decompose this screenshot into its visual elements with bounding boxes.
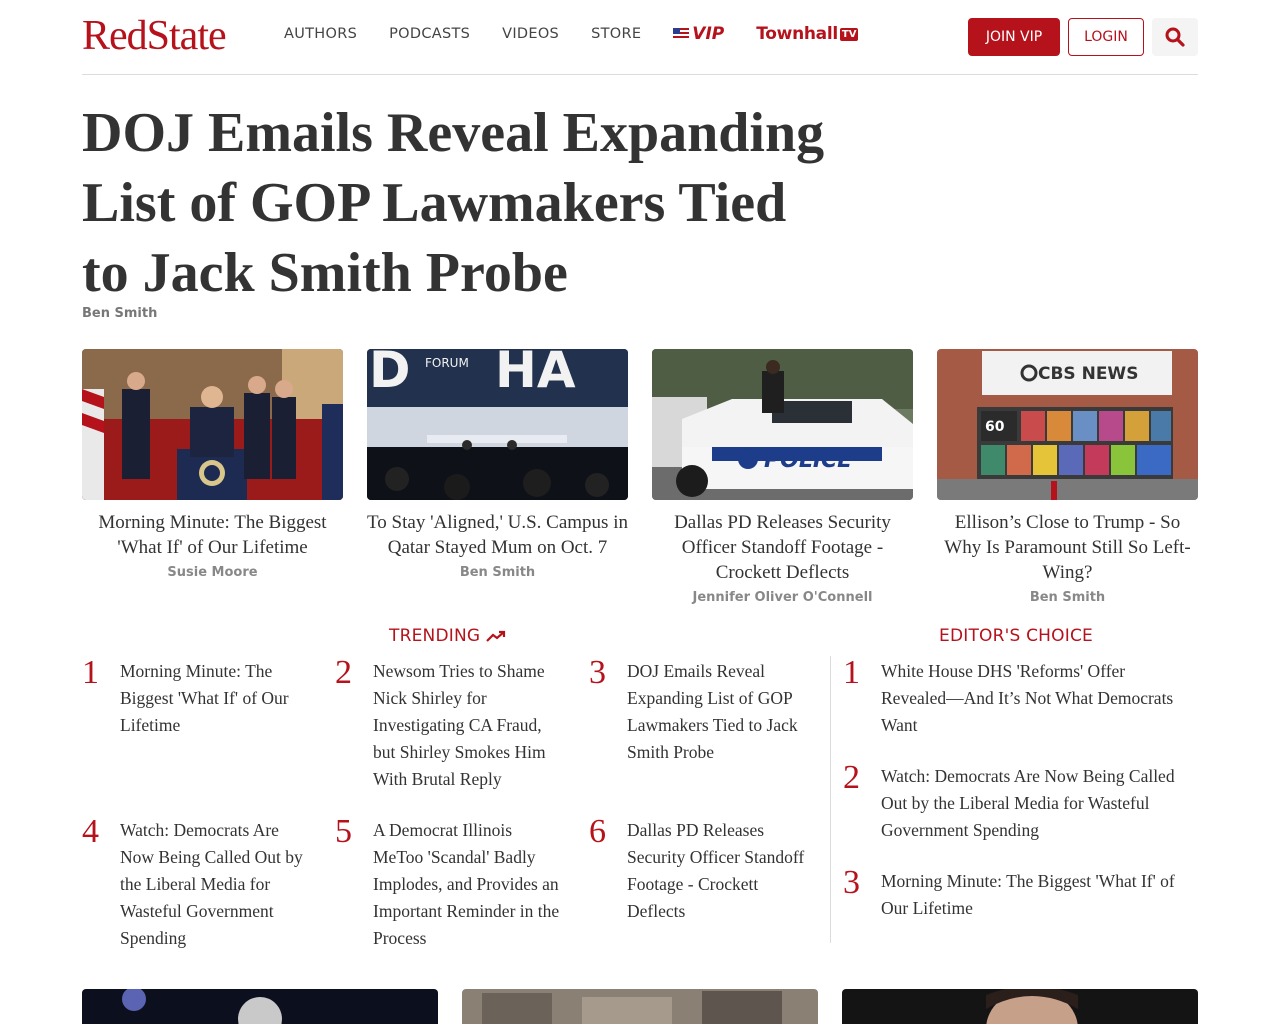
doha-forum-text: FORUM xyxy=(425,356,469,370)
story-image-ruins[interactable] xyxy=(462,989,818,1024)
story-card[interactable]: CBS NEWS 60 Ellison’s Close to Trump - S… xyxy=(937,349,1198,605)
story-title[interactable]: Dallas PD Releases Security Officer Stan… xyxy=(652,510,913,585)
police-door-text: POLICE xyxy=(764,448,852,473)
story-image-doha-forum[interactable]: D FORUM HA xyxy=(367,349,628,500)
nav-townhall-tv[interactable]: Townhall TV xyxy=(756,24,859,44)
doha-letters-ha: HA xyxy=(495,349,576,399)
story-image-cbs-news[interactable]: CBS NEWS 60 xyxy=(937,349,1198,500)
story-title[interactable]: To Stay 'Aligned,' U.S. Campus in Qatar … xyxy=(367,510,628,560)
lead-headline[interactable]: DOJ Emails Reveal Expanding List of GOP … xyxy=(82,98,842,308)
townhall-label: Townhall xyxy=(756,24,838,44)
sixty-minutes-logo: 60 xyxy=(985,419,1005,435)
story-image-speaker[interactable] xyxy=(82,989,438,1024)
trending-rank: 2 xyxy=(335,654,352,691)
join-vip-button[interactable]: JOIN VIP xyxy=(968,18,1060,56)
lead-byline[interactable]: Ben Smith xyxy=(82,306,157,321)
story-author[interactable]: Jennifer Oliver O'Connell xyxy=(652,590,913,605)
tv-badge: TV xyxy=(839,27,859,41)
vip-label: VIP xyxy=(692,24,725,44)
trending-title[interactable]: A Democrat Illinois MeToo 'Scandal' Badl… xyxy=(373,817,563,952)
trending-label: TRENDING xyxy=(389,626,481,646)
story-author[interactable]: Ben Smith xyxy=(937,590,1198,605)
trending-title[interactable]: DOJ Emails Reveal Expanding List of GOP … xyxy=(627,658,817,766)
us-flag-icon xyxy=(673,28,690,40)
story-card[interactable]: Morning Minute: The Biggest 'What If' of… xyxy=(82,349,343,580)
editors-choice-rank: 1 xyxy=(843,654,860,691)
nav-podcasts[interactable]: PODCASTS xyxy=(389,26,470,42)
editors-choice-title[interactable]: Watch: Democrats Are Now Being Called Ou… xyxy=(881,763,1193,844)
section-divider xyxy=(830,656,831,943)
story-title[interactable]: Morning Minute: The Biggest 'What If' of… xyxy=(82,510,343,560)
trending-rank: 6 xyxy=(589,813,606,850)
story-title[interactable]: Ellison’s Close to Trump - So Why Is Par… xyxy=(937,510,1198,585)
site-logo[interactable]: RedState xyxy=(82,12,227,60)
trending-up-icon xyxy=(486,630,506,642)
search-button[interactable] xyxy=(1152,18,1198,56)
cbs-news-sign: CBS NEWS xyxy=(1038,364,1138,384)
story-image-dallas-police[interactable]: POLICE xyxy=(652,349,913,500)
search-icon xyxy=(1165,27,1185,47)
trending-rank: 4 xyxy=(82,813,99,850)
story-card[interactable]: D FORUM HA To Stay 'Aligned,' U.S. Campu… xyxy=(367,349,628,580)
nav-videos[interactable]: VIDEOS xyxy=(502,26,559,42)
trending-title[interactable]: Watch: Democrats Are Now Being Called Ou… xyxy=(120,817,310,952)
trending-title[interactable]: Morning Minute: The Biggest 'What If' of… xyxy=(120,658,310,739)
trending-title[interactable]: Newsom Tries to Shame Nick Shirley for I… xyxy=(373,658,563,793)
editors-choice-rank: 3 xyxy=(843,864,860,901)
trending-rank: 3 xyxy=(589,654,606,691)
story-image-portrait[interactable] xyxy=(842,989,1198,1024)
main-nav: AUTHORS PODCASTS VIDEOS STORE VIP Townha… xyxy=(284,24,859,44)
story-card[interactable]: POLICE Dallas PD Releases Security Offic… xyxy=(652,349,913,605)
story-author[interactable]: Susie Moore xyxy=(82,565,343,580)
trending-title[interactable]: Dallas PD Releases Security Officer Stan… xyxy=(627,817,817,925)
story-author[interactable]: Ben Smith xyxy=(367,565,628,580)
trending-heading[interactable]: TRENDING xyxy=(389,626,507,646)
trending-rank: 1 xyxy=(82,654,99,691)
nav-vip[interactable]: VIP xyxy=(673,24,724,44)
editors-choice-title[interactable]: White House DHS 'Reforms' Offer Revealed… xyxy=(881,658,1193,739)
story-image-press-briefing[interactable] xyxy=(82,349,343,500)
doha-letter-d: D xyxy=(369,349,411,399)
editors-choice-heading[interactable]: EDITOR'S CHOICE xyxy=(939,626,1093,646)
site-header: RedState AUTHORS PODCASTS VIDEOS STORE V… xyxy=(82,0,1198,75)
login-button[interactable]: LOGIN xyxy=(1068,18,1144,56)
nav-authors[interactable]: AUTHORS xyxy=(284,26,357,42)
editors-choice-rank: 2 xyxy=(843,759,860,796)
trending-rank: 5 xyxy=(335,813,352,850)
nav-store[interactable]: STORE xyxy=(591,26,641,42)
editors-choice-title[interactable]: Morning Minute: The Biggest 'What If' of… xyxy=(881,868,1193,922)
